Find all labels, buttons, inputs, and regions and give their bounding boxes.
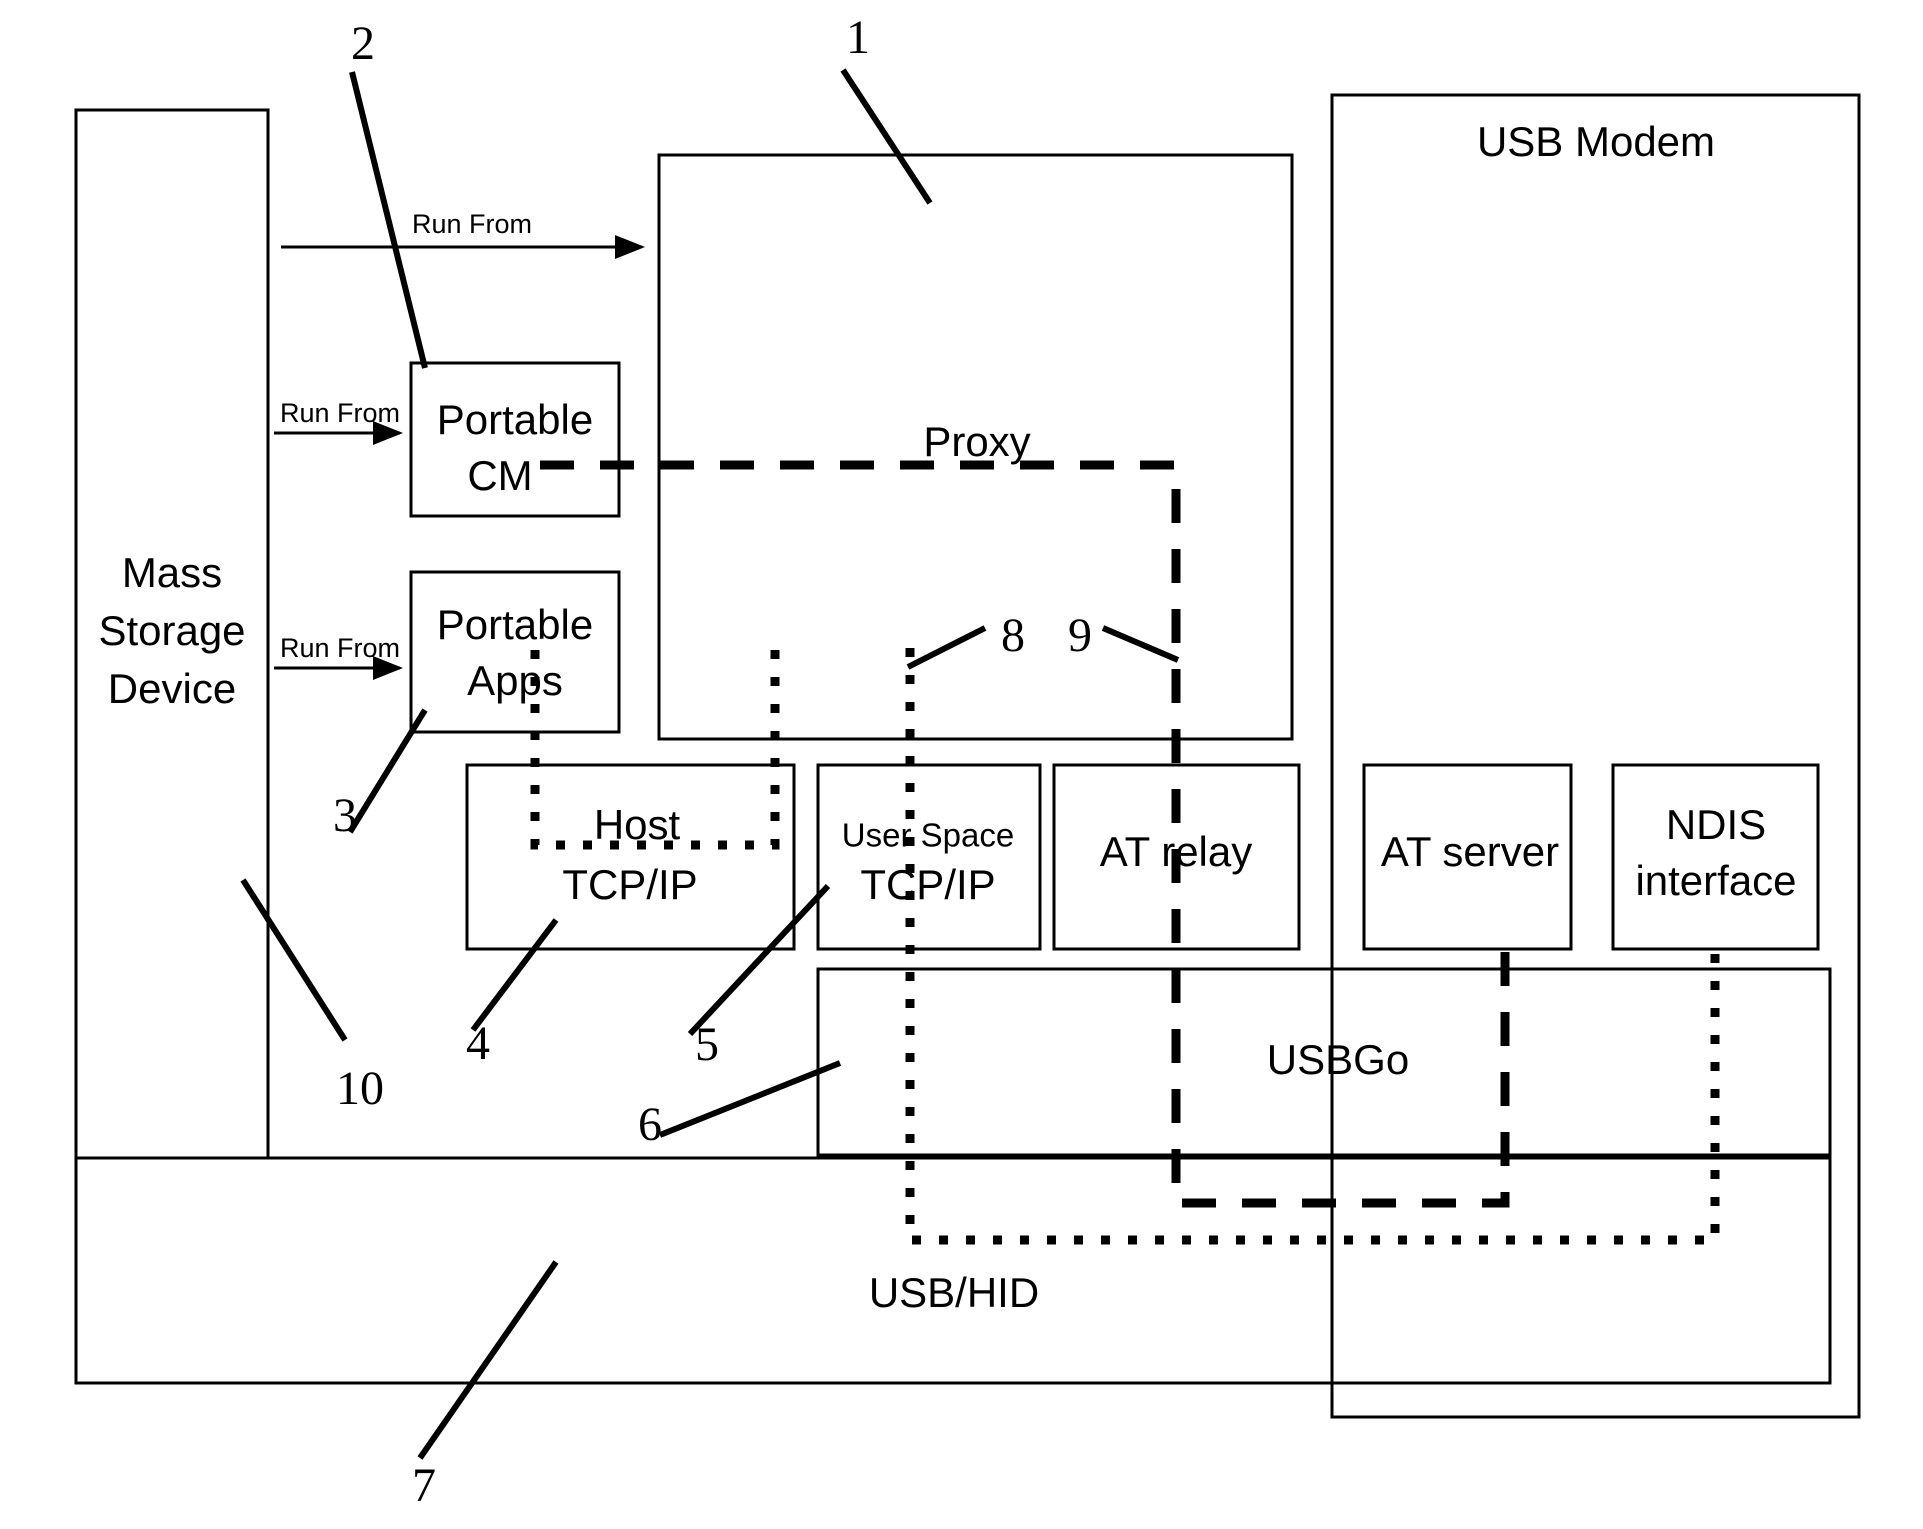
ref-number-5: 5 bbox=[695, 1018, 719, 1071]
leader-ref-10 bbox=[240, 878, 348, 1042]
label-mass-storage-line1: Mass bbox=[122, 549, 222, 596]
ref-number-7: 7 bbox=[412, 1459, 436, 1512]
box-portable-apps bbox=[409, 570, 621, 734]
ref-number-2: 2 bbox=[351, 17, 375, 70]
leader-ref-1 bbox=[840, 68, 933, 205]
label-host-tcpip-line1: Host bbox=[594, 801, 681, 848]
label-portable-apps-line1: Portable bbox=[437, 601, 593, 648]
ndis-dotted-path bbox=[905, 648, 1720, 1245]
leader-ref-6 bbox=[658, 1060, 842, 1138]
box-usb-modem bbox=[1330, 93, 1861, 1419]
leader-ref-9 bbox=[1101, 625, 1180, 663]
label-at-server: AT server bbox=[1381, 828, 1559, 875]
leader-ref-8 bbox=[906, 625, 987, 670]
ref-number-1: 1 bbox=[846, 11, 870, 64]
ref-number-10: 10 bbox=[336, 1062, 384, 1115]
ref-number-8: 8 bbox=[1001, 609, 1025, 662]
label-at-relay: AT relay bbox=[1100, 828, 1253, 875]
ref-number-4: 4 bbox=[466, 1017, 490, 1070]
diagram-canvas: Mass Storage Device Portable CM Portable… bbox=[0, 0, 1923, 1529]
leader-ref-3 bbox=[347, 708, 428, 834]
label-run-from-cm: Run From bbox=[280, 398, 400, 428]
label-usb-modem: USB Modem bbox=[1477, 118, 1715, 165]
label-portable-cm-line2: CM bbox=[467, 452, 532, 499]
label-run-from-top: Run From bbox=[412, 209, 532, 239]
label-proxy: Proxy bbox=[923, 418, 1030, 465]
label-mass-storage-line2: Storage bbox=[98, 607, 245, 654]
box-user-space-tcpip bbox=[816, 763, 1042, 951]
label-ndis-interface-line1: NDIS bbox=[1666, 801, 1766, 848]
label-usb-hid: USB/HID bbox=[869, 1269, 1039, 1316]
label-ndis-interface-line2: interface bbox=[1635, 857, 1796, 904]
label-portable-cm-line1: Portable bbox=[437, 396, 593, 443]
box-host-tcpip bbox=[465, 763, 796, 951]
ref-number-3: 3 bbox=[333, 789, 357, 842]
leader-ref-5 bbox=[687, 883, 831, 1037]
label-user-space-tcpip-line1: User Space bbox=[842, 817, 1014, 854]
label-mass-storage-line3: Device bbox=[108, 665, 236, 712]
leader-ref-7 bbox=[417, 1260, 559, 1460]
label-portable-apps-line2: Apps bbox=[467, 657, 563, 704]
label-run-from-apps: Run From bbox=[280, 633, 400, 663]
label-host-tcpip-line2: TCP/IP bbox=[562, 861, 697, 908]
ref-number-9: 9 bbox=[1068, 609, 1092, 662]
label-usbgo: USBGo bbox=[1267, 1036, 1409, 1083]
ref-number-6: 6 bbox=[638, 1098, 662, 1151]
label-user-space-tcpip-line2: TCP/IP bbox=[860, 861, 995, 908]
leader-ref-4 bbox=[470, 918, 559, 1032]
proxy-dashed-path bbox=[540, 460, 1510, 1208]
